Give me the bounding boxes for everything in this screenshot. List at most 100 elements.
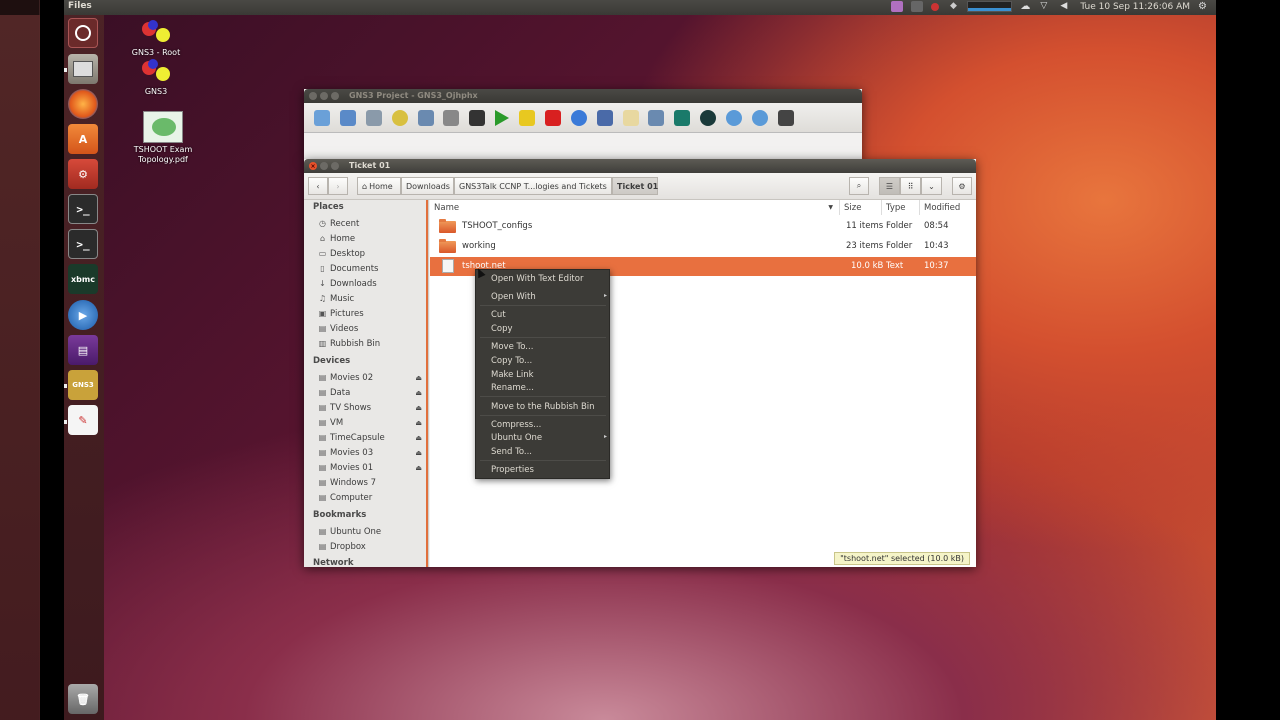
menu-item-rename[interactable]: Rename... (491, 383, 534, 393)
record-icon[interactable] (931, 2, 940, 11)
sidebar-item-device[interactable]: ▤ TimeCapsule ⏏ (318, 431, 426, 444)
view-options-button[interactable]: ⌄ (921, 177, 942, 195)
note-icon[interactable] (622, 110, 639, 126)
sidebar-item-bookmark[interactable]: ▤ Dropbox (318, 540, 426, 553)
reload-icon[interactable] (570, 110, 587, 126)
forward-button[interactable]: › (328, 177, 348, 195)
sidebar-item-device[interactable]: ▤ Computer (318, 491, 426, 504)
sidebar-item-device[interactable]: ▤ Movies 02 ⏏ (318, 371, 426, 384)
search-button[interactable]: ⌕ (849, 177, 869, 195)
zoom-out-icon[interactable] (751, 110, 768, 126)
start-icon[interactable] (495, 110, 510, 126)
sidebar-item-pictures[interactable]: ▣ Pictures (318, 307, 426, 320)
menu-item-compress[interactable]: Compress... (491, 420, 541, 430)
menu-item-copy-to[interactable]: Copy To... (491, 356, 532, 366)
sidebar-item-device[interactable]: ▤ Movies 01 ⏏ (318, 461, 426, 474)
screen-recorder-icon[interactable] (891, 1, 904, 12)
sidebar-item-device[interactable]: ▤ TV Shows ⏏ (318, 401, 426, 414)
gns3-icon[interactable]: GNS3 (68, 370, 98, 400)
sidebar-item-downloads[interactable]: ↓ Downloads (318, 277, 426, 290)
eject-icon[interactable]: ⏏ (415, 434, 422, 442)
menu-item-cut[interactable]: Cut (491, 310, 506, 320)
rectangle-icon[interactable] (674, 110, 691, 126)
firefox-icon[interactable] (68, 89, 98, 119)
sidebar-item-device[interactable]: ▤ Data ⏏ (318, 386, 426, 399)
new-project-icon[interactable] (314, 110, 330, 126)
desktop-icon-pdf[interactable]: TSHOOT Exam Topology.pdf (128, 111, 198, 165)
open-project-icon[interactable] (339, 110, 356, 126)
dash-home-icon[interactable] (68, 18, 98, 48)
file-row[interactable]: TSHOOT_configs 11 items Folder 08:54 (430, 217, 976, 235)
sidebar-item-desktop[interactable]: ▭ Desktop (318, 247, 426, 260)
back-button[interactable]: ‹ (308, 177, 328, 195)
terminal-icon[interactable]: >_ (68, 229, 98, 259)
eject-icon[interactable]: ⏏ (415, 389, 422, 397)
close-icon[interactable] (309, 92, 317, 100)
sidebar-item-videos[interactable]: ▤ Videos (318, 322, 426, 335)
virtualbox-icon[interactable] (596, 110, 613, 126)
stop-icon[interactable] (544, 110, 561, 126)
clock[interactable]: Tue 10 Sep 11:26:06 AM (1080, 2, 1190, 12)
sidebar-item-rubbish-bin[interactable]: ▥ Rubbish Bin (318, 337, 426, 350)
eject-icon[interactable]: ⏏ (415, 419, 422, 427)
minimize-icon[interactable] (320, 92, 328, 100)
close-icon[interactable]: × (309, 162, 317, 170)
sidebar-item-recent[interactable]: ◷ Recent (318, 217, 426, 230)
breadcrumb-home[interactable]: ⌂ Home (357, 177, 401, 195)
power-gear-icon[interactable]: ⚙ (1198, 1, 1210, 12)
menu-item-copy[interactable]: Copy (491, 324, 513, 334)
sidebar-item-music[interactable]: ♫ Music (318, 292, 426, 305)
desktop-icon-gns3-root[interactable]: GNS3 - Root (121, 20, 191, 58)
grid-view-button[interactable]: ⠿ (900, 177, 921, 195)
files-icon[interactable] (68, 54, 98, 84)
eject-icon[interactable]: ⏏ (415, 449, 422, 457)
fit-icon[interactable] (443, 110, 460, 126)
eject-icon[interactable]: ⏏ (415, 404, 422, 412)
sidebar-item-home[interactable]: ⌂ Home (318, 232, 426, 245)
breadcrumb-gns3talk[interactable]: GNS3Talk CCNP T...logies and Tickets (454, 177, 612, 195)
sidebar-item-bookmark[interactable]: ▤ Ubuntu One (318, 525, 426, 538)
desktop-icon-gns3[interactable]: GNS3 (121, 59, 191, 97)
sidebar-item-device[interactable]: ▤ Windows 7 (318, 476, 426, 489)
breadcrumb-downloads[interactable]: Downloads (401, 177, 454, 195)
menu-item-make-link[interactable]: Make Link (491, 370, 534, 380)
dropbox-icon[interactable]: ◆ (947, 1, 959, 12)
menu-item-send-to[interactable]: Send To... (491, 447, 532, 457)
eject-icon[interactable]: ⏏ (415, 374, 422, 382)
column-header-name[interactable]: Name ▼ (430, 200, 840, 215)
menu-item-move-to-rubbish-bin[interactable]: Move to the Rubbish Bin (491, 402, 595, 412)
menu-item-open-with[interactable]: Open With ▸ (491, 292, 609, 302)
system-monitor-graph[interactable] (967, 1, 1013, 12)
files-window[interactable]: × Ticket 01 ‹ › ⌂ Home Downloads GNS3Talk… (304, 159, 976, 567)
maximize-icon[interactable] (331, 92, 339, 100)
pause-icon[interactable] (519, 110, 535, 126)
menu-item-properties[interactable]: Properties (491, 465, 534, 475)
maximize-icon[interactable] (331, 162, 339, 170)
column-header-size[interactable]: Size (840, 200, 882, 215)
video-icon[interactable]: ▤ (68, 335, 98, 365)
gedit-icon[interactable]: ✎ (68, 405, 98, 435)
camera-icon[interactable] (911, 1, 924, 12)
screenshot-icon[interactable] (777, 110, 794, 126)
volume-icon[interactable]: ◀ (1060, 1, 1072, 12)
eject-icon[interactable]: ⏏ (415, 464, 422, 472)
terminal-icon[interactable]: >_ (68, 194, 98, 224)
preferences-icon[interactable] (417, 110, 434, 126)
system-settings-icon[interactable]: ⚙ (68, 159, 98, 189)
list-view-button[interactable]: ☰ (879, 177, 900, 195)
image-icon[interactable] (648, 110, 665, 126)
settings-button[interactable]: ⚙ (952, 177, 972, 195)
save-icon[interactable] (365, 110, 382, 126)
console-icon[interactable] (469, 110, 486, 126)
sidebar-item-device[interactable]: ▤ Movies 03 ⏏ (318, 446, 426, 459)
column-header-type[interactable]: Type (882, 200, 920, 215)
ellipse-icon[interactable] (700, 110, 717, 126)
software-center-icon[interactable]: A (68, 124, 98, 154)
column-header-modified[interactable]: Modified (920, 200, 976, 215)
sidebar-item-documents[interactable]: ▯ Documents (318, 262, 426, 275)
menu-item-move-to[interactable]: Move To... (491, 342, 533, 352)
menu-item-open-with-text-editor[interactable]: Open With Text Editor (491, 274, 583, 284)
wifi-icon[interactable]: ▽ (1040, 1, 1052, 12)
gns3-window[interactable]: GNS3 Project - GNS3_Ojhphx (304, 89, 862, 159)
minimize-icon[interactable] (320, 162, 328, 170)
